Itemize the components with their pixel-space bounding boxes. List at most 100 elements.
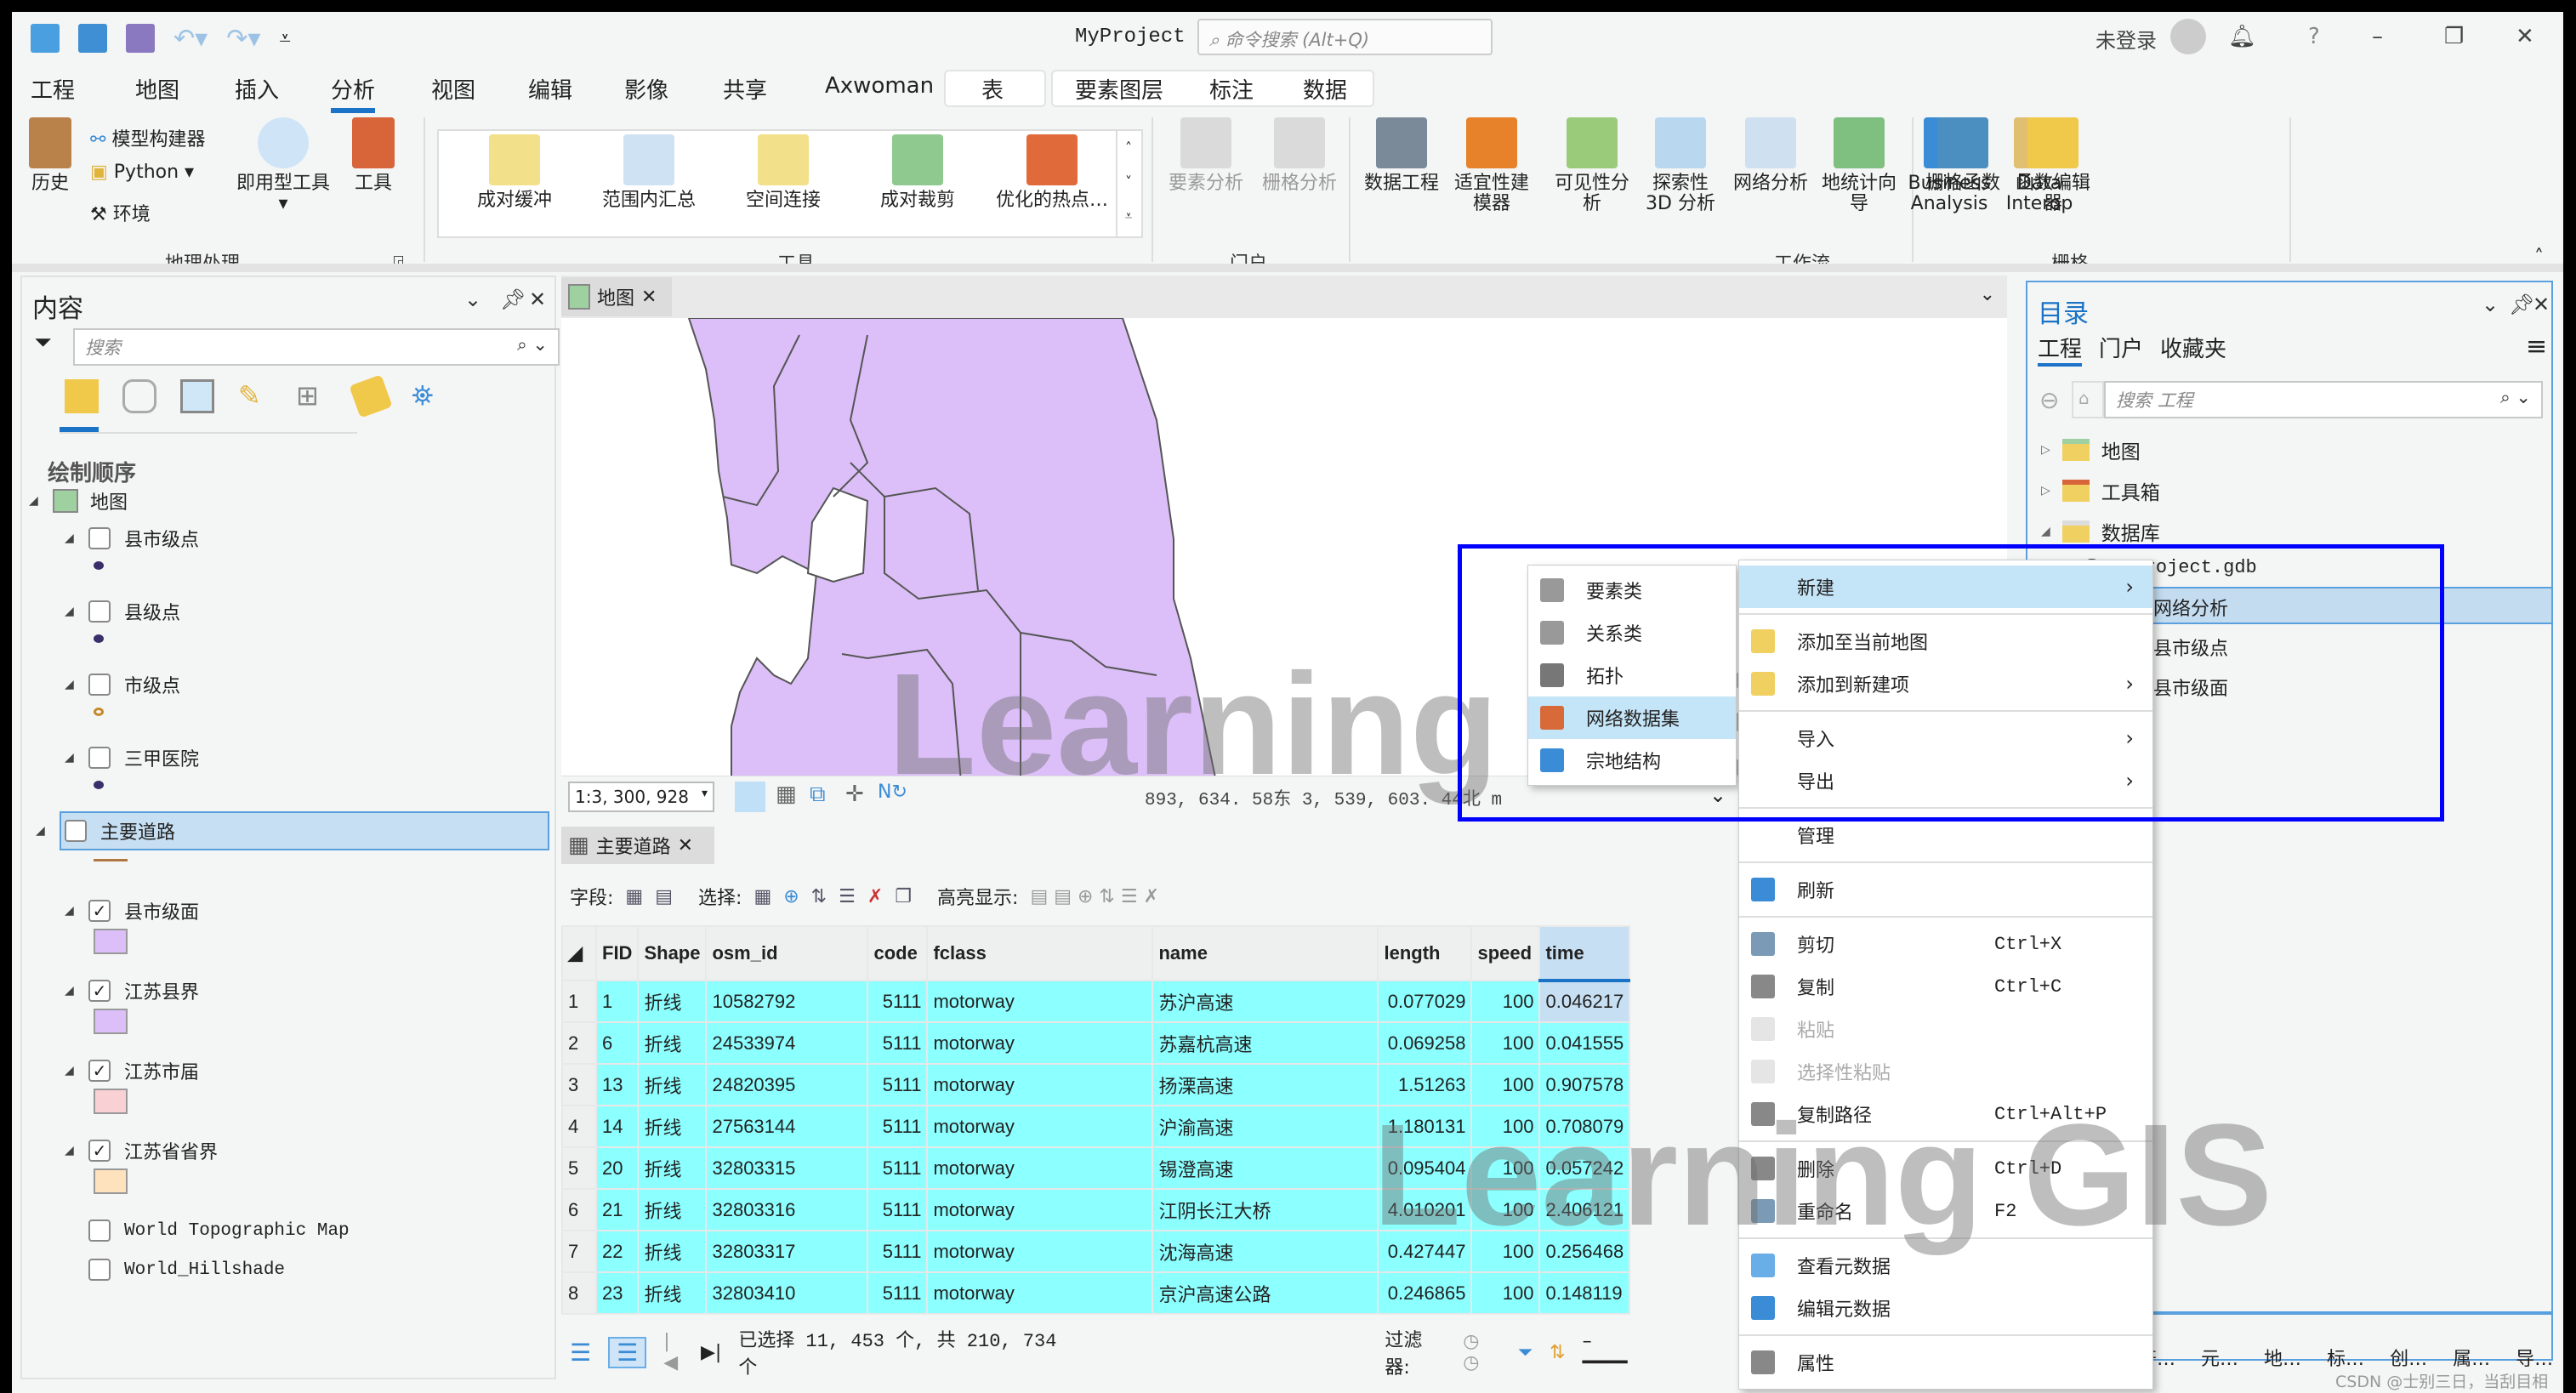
cell-name[interactable]: 沈海高速 [1152,1230,1379,1273]
cell-Shape[interactable]: 折线 [637,1105,708,1148]
history-button[interactable]: 历史 [29,117,71,194]
tab-portal[interactable]: 门户 [2099,332,2143,367]
delete-selection-icon[interactable]: ✗ [867,886,883,907]
menu-item-item-0[interactable]: 新建 › [1739,566,2152,608]
cell-Shape[interactable]: 折线 [637,1146,708,1190]
cell-time[interactable]: 2.406121 [1538,1188,1631,1231]
column-header-osm_id[interactable]: osm_id [705,925,869,981]
cell-FID[interactable]: 14 [594,1105,640,1148]
menu-item-paste[interactable]: 粘贴 [1739,1008,2152,1050]
snapping-icon[interactable]: ⧉ [810,782,826,808]
tab-1[interactable]: 地图 [135,73,179,105]
list-by-snapping-icon[interactable]: ⊞ [296,379,330,413]
table-row[interactable]: 3 13 折线 24820395 5111 motorway 扬溧高速 1.51263 100 0… [561,1063,1631,1106]
cell-Shape[interactable]: 折线 [637,1063,708,1106]
table-row[interactable]: 7 22 折线 32803317 5111 motorway 沈海高速 0.427447 100… [561,1230,1631,1273]
cell-speed[interactable]: 100 [1470,1021,1541,1065]
cell-time[interactable]: 0.907578 [1538,1063,1631,1106]
tab-feature-layer[interactable]: 要素图层 [1075,73,1163,105]
table-row[interactable]: 1 1 折线 10582792 5111 motorway 苏沪高速 0.077029 100 0… [561,980,1631,1023]
bottom-tab[interactable]: 标… [2327,1344,2364,1371]
layer-item[interactable]: ◢ 三甲医院 [65,745,199,770]
collapse-triangle-icon[interactable]: ◢ [65,532,88,545]
column-header-name[interactable]: name [1152,925,1379,981]
catalog-item[interactable]: ▷ 地图 [2041,435,2141,464]
ready-tools-button[interactable]: 即用型工具 ▾ [236,117,330,214]
list-by-source-icon[interactable] [122,379,156,413]
cell-FID[interactable]: 1 [594,980,640,1023]
help-icon[interactable]: ? [2308,24,2320,49]
layer-item[interactable]: ◢ 主要道路 [36,811,549,850]
extent-filter-icon[interactable]: ⏷ [1518,1342,1533,1363]
row-number[interactable]: 1 [561,980,597,1023]
close-pane-icon[interactable]: ✕ [529,287,546,311]
basemap-item[interactable]: World Topographic Map [88,1218,350,1243]
layer-item[interactable]: ◢ 县级点 [65,599,180,624]
cell-length[interactable]: 0.095404 [1377,1146,1473,1190]
cell-name[interactable]: 沪渝高速 [1152,1105,1379,1148]
gdb-item[interactable]: 网络分析 [2153,594,2228,621]
menu-item-parcel-fabric[interactable]: 宗地结构 [1528,739,1736,782]
expand-triangle-icon[interactable]: ▷ [2041,443,2050,457]
clear-selection-icon[interactable]: ☰ [839,886,856,907]
table-row[interactable]: 5 20 折线 32803315 5111 motorway 锡澄高速 0.095404 100… [561,1146,1631,1190]
cell-FID[interactable]: 13 [594,1063,640,1106]
cell-speed[interactable]: 100 [1470,1146,1541,1190]
cell-speed[interactable]: 100 [1470,980,1541,1023]
menu-item-feature-class[interactable]: 要素类 [1528,569,1736,611]
cell-name[interactable]: 江阴长江大桥 [1152,1188,1379,1231]
cell-time[interactable]: 0.046217 [1538,980,1631,1023]
tab-0[interactable]: 工程 [31,73,75,105]
cell-name[interactable]: 扬溧高速 [1152,1063,1379,1106]
row-number[interactable]: 8 [561,1271,597,1315]
cell-Shape[interactable]: 折线 [637,1021,708,1065]
catalog-search-input[interactable]: 搜索 工程 ⌕ ⌄ [2104,381,2543,418]
cell-code[interactable]: 5111 [867,1188,929,1231]
highlight-tools-icon[interactable]: ▤ ▤ ⊕ ⇅ ☰ ✗ [1030,886,1159,907]
menu-item-rename[interactable]: 重命名 F2 [1739,1190,2152,1232]
collapse-triangle-icon[interactable]: ◢ [65,605,88,618]
switch-selection-icon[interactable]: ⇅ [811,886,827,907]
layer-visibility-checkbox[interactable]: ✓ [88,1140,111,1162]
cell-FID[interactable]: 6 [594,1021,640,1065]
open-project-icon[interactable] [78,24,107,53]
cell-length[interactable]: 4.010201 [1377,1188,1473,1231]
bell-icon[interactable]: 🔔︎ [2228,24,2256,49]
tab-project[interactable]: 工程 [2038,332,2083,367]
column-header-Shape[interactable]: Shape [637,925,708,981]
workflows-button-0[interactable]: 数据工程 [1356,117,1447,194]
cell-osm_id[interactable]: 24533974 [705,1021,869,1065]
pane-options-icon[interactable]: ⌄ [464,287,481,311]
collapse-triangle-icon[interactable]: ◢ [65,751,88,765]
layer-visibility-checkbox[interactable]: ✓ [88,980,111,1002]
cell-FID[interactable]: 20 [594,1146,640,1190]
table-row[interactable]: 6 21 折线 32803316 5111 motorway 江阴长江大桥 4.010201 1… [561,1188,1631,1231]
collapse-triangle-icon[interactable]: ◢ [65,904,88,918]
bottom-tab[interactable]: 创… [2390,1344,2427,1371]
show-selected-records-icon[interactable]: ☰ [608,1336,647,1368]
cell-code[interactable]: 5111 [867,1271,929,1315]
cell-time[interactable]: 0.057242 [1538,1146,1631,1190]
column-header-time[interactable]: time [1538,925,1631,982]
cell-time[interactable]: 0.041555 [1538,1021,1631,1065]
cell-fclass[interactable]: motorway [926,1105,1154,1148]
list-by-labeling-icon[interactable] [349,374,393,418]
gallery-tool-4[interactable]: 优化的热点… [988,134,1116,211]
back-icon[interactable]: ⊖ [2039,386,2059,414]
last-record-icon[interactable]: ▶| [701,1342,721,1363]
cell-time[interactable]: 0.708079 [1538,1105,1631,1148]
cell-FID[interactable]: 22 [594,1230,640,1273]
cell-code[interactable]: 5111 [867,1146,929,1190]
calculate-field-icon[interactable]: ▤ [655,886,673,907]
row-number[interactable]: 7 [561,1230,597,1273]
workflows-button-2[interactable]: 可见性分析 [1546,117,1638,214]
cell-osm_id[interactable]: 10582792 [705,980,869,1023]
table-row[interactable]: 4 14 折线 27563144 5111 motorway 沪渝高速 1.180131 100… [561,1105,1631,1148]
gallery-tool-1[interactable]: 范围内汇总 [585,134,713,211]
grid-icon[interactable]: ▦ [776,782,797,807]
user-status[interactable]: 未登录 [2095,24,2157,54]
cell-length[interactable]: 0.246865 [1377,1271,1473,1315]
tab-6[interactable]: 影像 [624,73,668,105]
search-icon[interactable]: ⌕ ⌄ [2500,387,2531,408]
menu-item-network-dataset[interactable]: 网络数据集 [1528,696,1736,739]
